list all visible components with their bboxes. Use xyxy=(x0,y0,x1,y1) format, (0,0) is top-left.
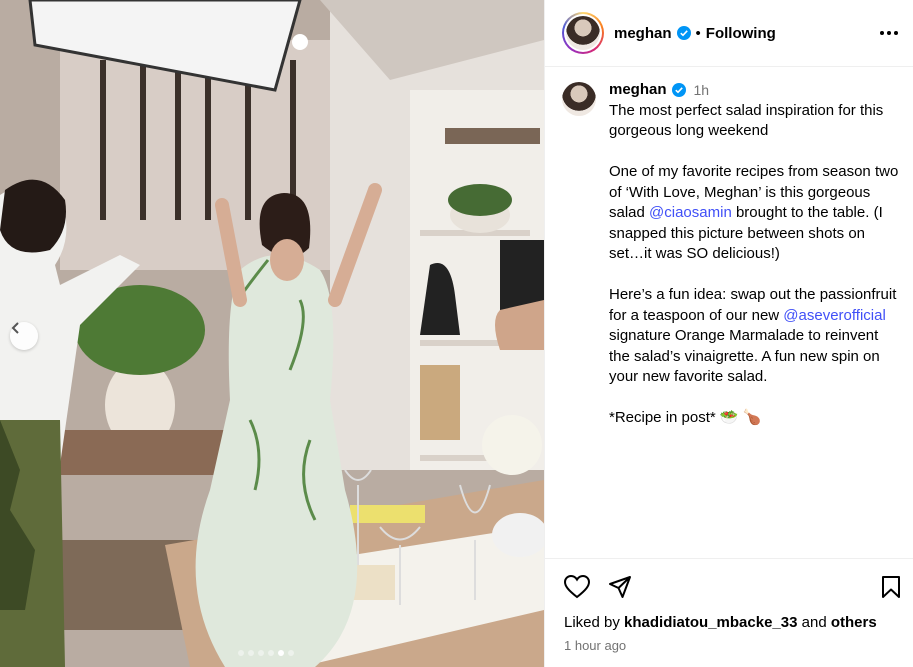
post-caption: meghan 1h The most perfect salad inspira… xyxy=(562,80,903,449)
more-icon xyxy=(880,31,898,35)
save-button[interactable] xyxy=(881,575,901,599)
caption-paragraph: *Recipe in post* 🥗 🍗 xyxy=(609,408,903,429)
post-image[interactable] xyxy=(0,0,544,667)
post-timestamp[interactable]: 1 hour ago xyxy=(564,638,626,653)
avatar xyxy=(566,16,600,50)
share-button[interactable] xyxy=(608,575,632,599)
likes-summary: Liked by khadidiatou_mbacke_33 and other… xyxy=(564,614,877,631)
post-side-panel: meghan • Following meghan 1h The most pe… xyxy=(544,0,913,667)
caption-text: *Recipe in post* xyxy=(609,409,716,426)
carousel-dot xyxy=(238,650,244,656)
carousel-indicator xyxy=(238,650,294,656)
liker-username[interactable]: khadidiatou_mbacke_33 xyxy=(624,614,797,631)
more-options-button[interactable] xyxy=(879,30,899,36)
following-button[interactable]: Following xyxy=(706,25,776,42)
bookmark-icon xyxy=(882,576,900,598)
story-ring-avatar[interactable] xyxy=(562,12,604,54)
caption-paragraph: The most perfect salad inspiration for t… xyxy=(609,101,884,140)
verified-icon xyxy=(676,26,691,40)
caption-username[interactable]: meghan xyxy=(609,80,667,101)
post-header: meghan • Following xyxy=(545,0,913,67)
likes-others-link[interactable]: others xyxy=(831,614,877,631)
carousel-dot-active xyxy=(278,650,284,656)
likes-and: and xyxy=(801,614,827,631)
mention-link[interactable]: @ciaosamin xyxy=(649,204,732,221)
carousel-dot xyxy=(258,650,264,656)
carousel-dot xyxy=(288,650,294,656)
caption-paragraph: One of my favorite recipes from season t… xyxy=(609,162,903,265)
post-photo-illustration xyxy=(0,0,544,667)
separator-dot: • xyxy=(695,24,701,42)
share-icon xyxy=(609,576,631,598)
caption-paragraph: Here’s a fun idea: swap out the passionf… xyxy=(609,285,903,388)
post-actions: Liked by khadidiatou_mbacke_33 and other… xyxy=(545,558,913,653)
caption-text: signature Orange Marmalade to reinvent t… xyxy=(609,327,880,385)
mention-link[interactable]: @aseverofficial xyxy=(783,307,886,324)
likes-prefix: Liked by xyxy=(564,614,620,631)
chevron-left-icon xyxy=(11,322,19,334)
caption-avatar[interactable] xyxy=(562,82,596,116)
carousel-dot xyxy=(268,650,274,656)
header-username[interactable]: meghan xyxy=(614,25,672,42)
caption-emoji: 🥗 🍗 xyxy=(719,409,762,426)
previous-image-button[interactable] xyxy=(10,322,38,350)
like-button[interactable] xyxy=(564,575,590,599)
heart-icon xyxy=(564,575,590,599)
carousel-dot xyxy=(248,650,254,656)
caption-time[interactable]: 1h xyxy=(694,80,710,101)
verified-icon xyxy=(671,83,686,98)
